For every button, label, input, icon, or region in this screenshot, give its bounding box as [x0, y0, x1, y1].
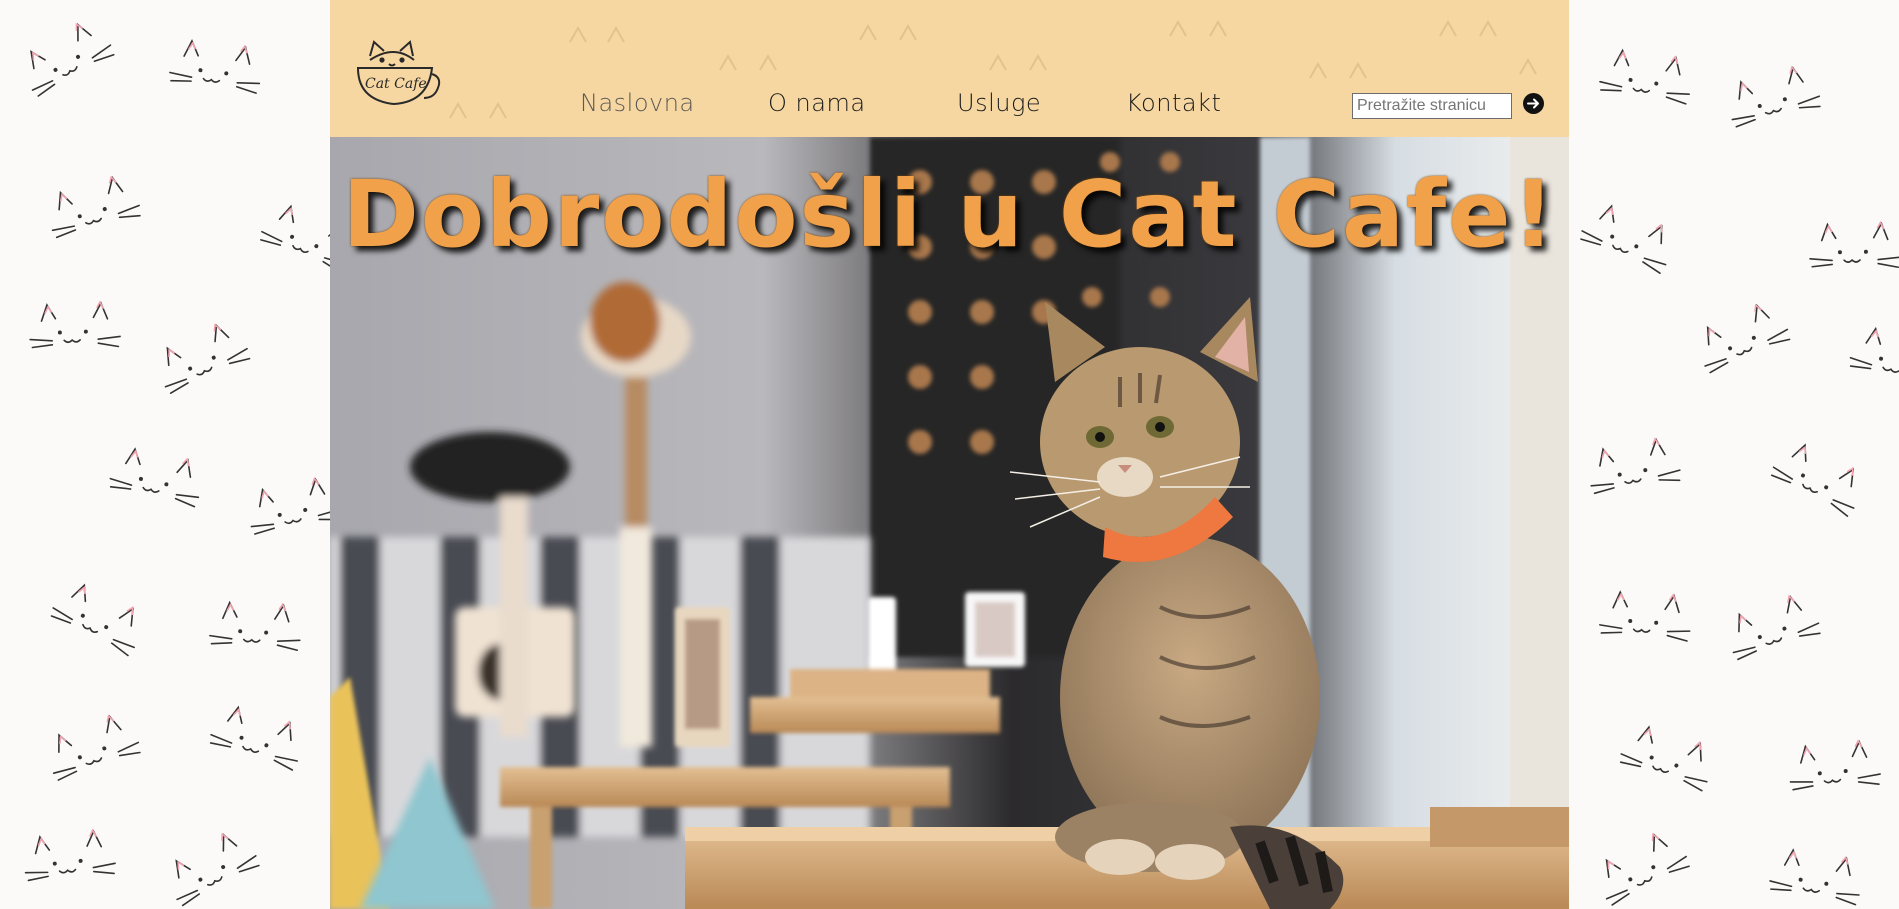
- cat-face-pattern-icon: [1575, 809, 1714, 909]
- cat-face-pattern-icon: [1776, 725, 1893, 824]
- site-header: Cat Cafe Naslovna O nama Usluge Kontakt: [330, 0, 1569, 137]
- nav-item-o-nama[interactable]: O nama: [768, 89, 866, 117]
- cat-face-pattern-icon: [30, 157, 161, 274]
- cat-face-pattern-icon: [26, 560, 164, 689]
- cat-face-pattern-icon: [145, 809, 285, 909]
- cat-face-pattern-icon: [1573, 421, 1697, 529]
- cat-face-pattern-icon: [1676, 282, 1813, 409]
- cat-face-pattern-icon: [0, 0, 140, 131]
- cat-face-pattern-icon: [1799, 209, 1899, 301]
- cat-face-pattern-icon: [1584, 33, 1705, 137]
- cat-face-pattern-icon: [1831, 309, 1899, 421]
- search-submit-button[interactable]: [1523, 93, 1544, 114]
- cat-face-pattern-icon: [11, 814, 130, 909]
- cat-face-pattern-icon: [136, 301, 274, 429]
- hero-section: Dobrodošli u Cat Cafe!: [330, 137, 1569, 909]
- cat-face-pattern-icon: [1754, 832, 1877, 909]
- cat-cafe-logo[interactable]: Cat Cafe: [352, 26, 444, 108]
- cat-face-pattern-icon: [1557, 183, 1693, 308]
- nav-item-usluge[interactable]: Usluge: [957, 89, 1041, 117]
- nav-item-kontakt[interactable]: Kontakt: [1126, 89, 1221, 117]
- hero-title: Dobrodošli u Cat Cafe!: [342, 161, 1557, 268]
- cat-face-pattern-icon: [155, 24, 275, 127]
- cat-face-pattern-icon: [18, 288, 131, 382]
- cat-in-cup-logo-icon: Cat Cafe: [356, 40, 441, 106]
- page-container: Cat Cafe Naslovna O nama Usluge Kontakt: [330, 0, 1569, 909]
- cat-face-pattern-icon: [1587, 576, 1703, 673]
- cat-face-pattern-icon: [1746, 420, 1885, 550]
- arrow-right-icon: [1527, 98, 1539, 109]
- logo-text: Cat Cafe: [365, 76, 427, 92]
- cat-face-pattern-icon: [1599, 705, 1731, 825]
- cat-face-pattern-icon: [28, 694, 162, 816]
- cat-face-pattern-icon: [1708, 575, 1841, 696]
- search-input[interactable]: [1352, 93, 1512, 119]
- nav-item-naslovna[interactable]: Naslovna: [580, 89, 695, 117]
- cat-face-pattern-icon: [1710, 47, 1840, 162]
- cat-face-pattern-icon: [189, 686, 321, 804]
- cat-face-pattern-icon: [92, 430, 218, 541]
- cat-face-pattern-icon: [198, 587, 313, 683]
